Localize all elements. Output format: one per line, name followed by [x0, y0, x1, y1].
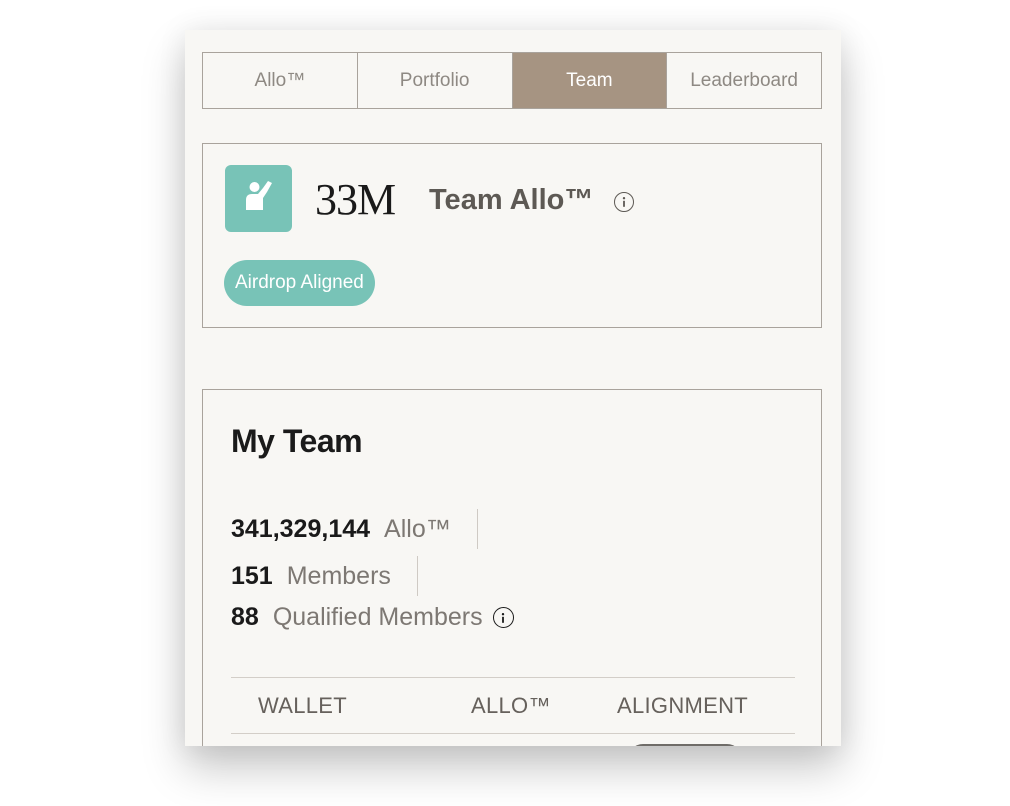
column-header-wallet[interactable]: WALLET [258, 693, 347, 719]
my-team-card: My Team 341,329,144 Allo™ 151 Members 88… [202, 389, 822, 746]
divider [476, 509, 479, 549]
team-name: Team Allo™ [429, 184, 594, 216]
team-summary-card: 33M Team Allo™ Airdrop Aligned [202, 143, 822, 328]
info-icon[interactable] [492, 607, 514, 628]
team-member-count: 33M [315, 175, 396, 224]
column-header-alignment[interactable]: ALIGNMENT [617, 693, 748, 719]
stat-label: Allo™ [384, 514, 451, 543]
tab-portfolio[interactable]: Portfolio [358, 53, 513, 108]
stat-allo-total: 341,329,144 Allo™ [231, 509, 479, 549]
stat-members: 151 Members [231, 556, 419, 596]
stat-value: 151 [231, 561, 273, 590]
alignment-pill [628, 744, 742, 746]
stat-label: Qualified Members [272, 603, 483, 631]
stat-value: 341,329,144 [231, 514, 371, 543]
section-title: My Team [231, 423, 363, 459]
stat-qualified-members: 88 Qualified Members [231, 603, 514, 632]
tab-leaderboard[interactable]: Leaderboard [667, 53, 821, 108]
team-avatar [225, 165, 292, 232]
table-header: WALLET ALLO™ ALIGNMENT [231, 677, 795, 734]
status-badge: Airdrop Aligned [224, 260, 375, 306]
app-panel: Allo™ Portfolio Team Leaderboard 33M Tea… [185, 30, 841, 746]
person-raising-hand-icon [241, 178, 277, 219]
stat-label: Members [286, 561, 391, 590]
tab-bar: Allo™ Portfolio Team Leaderboard [202, 52, 822, 109]
divider [416, 556, 419, 596]
tab-team[interactable]: Team [512, 53, 668, 108]
column-header-allo[interactable]: ALLO™ [471, 693, 551, 719]
info-icon[interactable] [614, 192, 634, 212]
tab-allo[interactable]: Allo™ [203, 53, 358, 108]
stat-value: 88 [231, 603, 259, 631]
